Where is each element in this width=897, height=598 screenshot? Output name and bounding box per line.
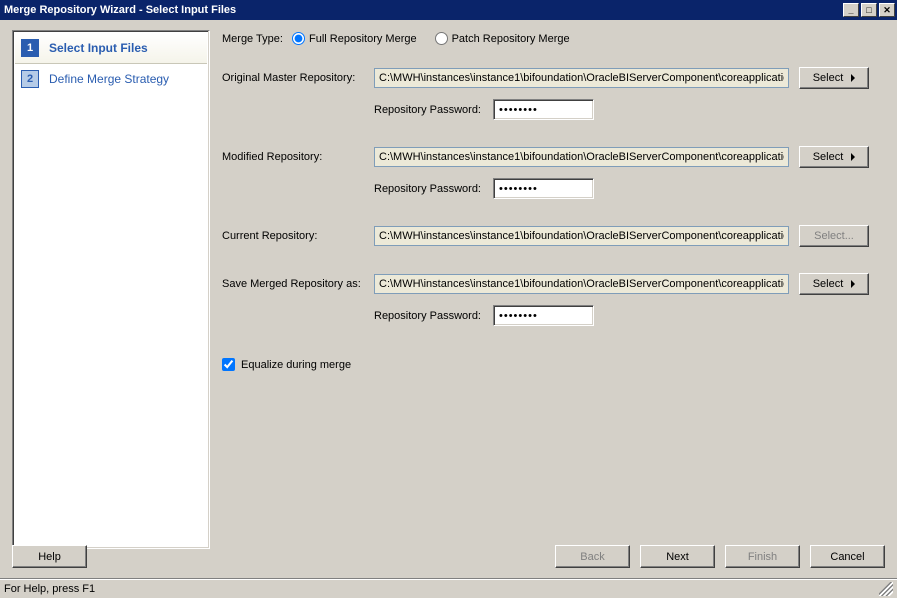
modified-pwd-input[interactable] (493, 178, 594, 199)
radio-patch-merge[interactable]: Patch Repository Merge (435, 32, 570, 45)
help-button[interactable]: Help (12, 545, 87, 568)
select-button-label: Select (813, 72, 844, 84)
modified-repo-path[interactable] (374, 147, 789, 167)
wizard-steps-sidebar: 1 Select Input Files 2 Define Merge Stra… (12, 30, 210, 549)
step-label: Define Merge Strategy (49, 72, 169, 86)
original-repo-path[interactable] (374, 68, 789, 88)
status-text: For Help, press F1 (4, 583, 879, 595)
merge-type-radio-group: Full Repository Merge Patch Repository M… (292, 32, 570, 45)
chevron-right-icon (851, 280, 855, 288)
equalize-row: Equalize during merge (222, 358, 885, 371)
merge-type-row: Merge Type: Full Repository Merge Patch … (222, 32, 885, 45)
cancel-button[interactable]: Cancel (810, 545, 885, 568)
wizard-footer: Help Back Next Finish Cancel (12, 545, 885, 568)
current-select-button: Select... (799, 225, 869, 247)
equalize-label: Equalize during merge (241, 359, 351, 371)
select-button-label: Select (813, 278, 844, 290)
next-button[interactable]: Next (640, 545, 715, 568)
modified-select-button[interactable]: Select (799, 146, 869, 168)
save-repo-label: Save Merged Repository as: (222, 278, 374, 290)
save-repo-row: Save Merged Repository as: Select (222, 273, 885, 295)
select-button-label: Select... (814, 230, 854, 242)
original-pwd-label: Repository Password: (374, 104, 493, 116)
step-number: 1 (21, 39, 39, 57)
equalize-checkbox[interactable] (222, 358, 235, 371)
original-select-button[interactable]: Select (799, 67, 869, 89)
minimize-button[interactable]: _ (843, 3, 859, 17)
modified-repo-label: Modified Repository: (222, 151, 374, 163)
back-button: Back (555, 545, 630, 568)
save-repo-path[interactable] (374, 274, 789, 294)
save-pwd-input[interactable] (493, 305, 594, 326)
save-pwd-label: Repository Password: (374, 310, 493, 322)
radio-patch-merge-label: Patch Repository Merge (452, 33, 570, 45)
window-title: Merge Repository Wizard - Select Input F… (4, 4, 841, 16)
close-button[interactable]: ✕ (879, 3, 895, 17)
radio-full-merge-input[interactable] (292, 32, 305, 45)
current-repo-label: Current Repository: (222, 230, 374, 242)
main-panel: Merge Type: Full Repository Merge Patch … (222, 30, 885, 549)
current-repo-row: Current Repository: Select... (222, 225, 885, 247)
modified-repo-row: Modified Repository: Select (222, 146, 885, 168)
select-button-label: Select (813, 151, 844, 163)
original-pwd-input[interactable] (493, 99, 594, 120)
step-select-input-files[interactable]: 1 Select Input Files (15, 33, 207, 64)
original-repo-row: Original Master Repository: Select (222, 67, 885, 89)
maximize-button[interactable]: □ (861, 3, 877, 17)
resize-grip-icon[interactable] (879, 582, 893, 596)
statusbar: For Help, press F1 (0, 578, 897, 598)
merge-type-label: Merge Type: (222, 33, 292, 45)
step-label: Select Input Files (49, 41, 148, 55)
radio-full-merge[interactable]: Full Repository Merge (292, 32, 417, 45)
radio-full-merge-label: Full Repository Merge (309, 33, 417, 45)
radio-patch-merge-input[interactable] (435, 32, 448, 45)
chevron-right-icon (851, 153, 855, 161)
original-repo-label: Original Master Repository: (222, 72, 374, 84)
step-define-merge-strategy[interactable]: 2 Define Merge Strategy (15, 64, 207, 94)
titlebar: Merge Repository Wizard - Select Input F… (0, 0, 897, 20)
content-area: 1 Select Input Files 2 Define Merge Stra… (0, 20, 897, 549)
save-select-button[interactable]: Select (799, 273, 869, 295)
step-number: 2 (21, 70, 39, 88)
modified-pwd-row: Repository Password: (222, 178, 885, 199)
save-pwd-row: Repository Password: (222, 305, 885, 326)
original-pwd-row: Repository Password: (222, 99, 885, 120)
window-controls: _ □ ✕ (841, 3, 895, 17)
current-repo-path[interactable] (374, 226, 789, 246)
modified-pwd-label: Repository Password: (374, 183, 493, 195)
finish-button: Finish (725, 545, 800, 568)
chevron-right-icon (851, 74, 855, 82)
